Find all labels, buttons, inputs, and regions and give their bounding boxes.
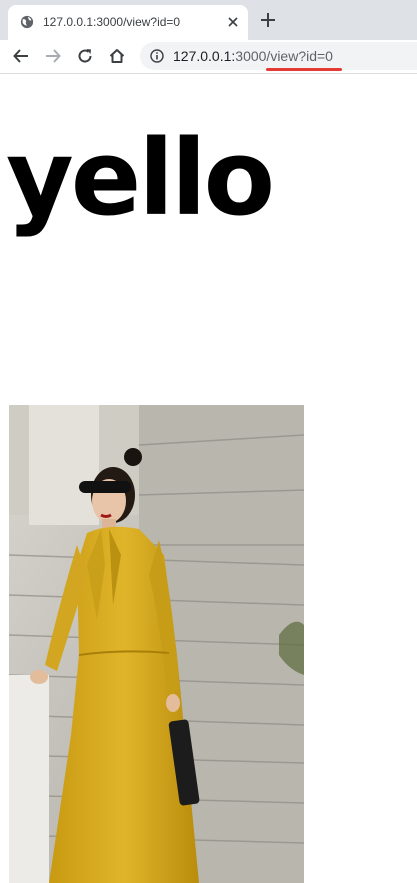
reload-icon[interactable] — [76, 47, 94, 65]
tab-title: 127.0.0.1:3000/view?id=0 — [43, 15, 181, 29]
url-host: 127.0.0.1: — [173, 48, 236, 64]
home-icon[interactable] — [108, 47, 126, 65]
arrow-left-icon[interactable] — [12, 47, 30, 65]
tab-strip: 127.0.0.1:3000/view?id=0 — [0, 0, 417, 40]
address-bar[interactable]: 127.0.0.1:3000/view?id=0 — [140, 42, 417, 70]
product-photo — [9, 405, 304, 883]
url-text[interactable]: 127.0.0.1:3000/view?id=0 — [173, 48, 333, 64]
url-highlight-underline — [266, 68, 342, 71]
url-path: 3000/view?id=0 — [235, 48, 333, 64]
arrow-right-icon[interactable] — [44, 47, 62, 65]
info-icon[interactable] — [150, 49, 164, 63]
plus-icon[interactable] — [259, 11, 277, 29]
page-heading: yello — [6, 117, 275, 239]
browser-toolbar: 127.0.0.1:3000/view?id=0 — [0, 40, 417, 74]
product-photo-drawing — [9, 405, 304, 883]
globe-icon — [20, 15, 34, 29]
close-icon[interactable] — [226, 15, 240, 29]
browser-tab[interactable]: 127.0.0.1:3000/view?id=0 — [8, 5, 248, 40]
